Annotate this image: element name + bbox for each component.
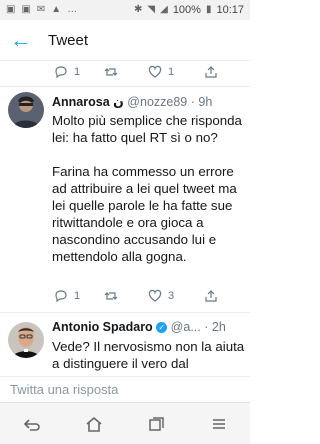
tweet-actions: 1 3	[0, 286, 250, 306]
heart-icon	[148, 65, 162, 78]
signal-icon: ◢	[160, 4, 168, 15]
notification-icon: ▣	[21, 4, 31, 15]
system-nav-bar	[0, 402, 250, 444]
like-button[interactable]: 1	[148, 65, 174, 79]
battery-percent: 100%	[172, 4, 201, 16]
reply-placeholder: Twitta una risposta	[10, 382, 119, 397]
nav-back-button[interactable]	[11, 409, 51, 439]
reply-count: 1	[74, 290, 81, 302]
page-title: Tweet	[48, 31, 89, 49]
reply-count: 1	[74, 66, 81, 78]
like-button[interactable]: 3	[148, 289, 174, 303]
tweet-time: 9h	[198, 95, 213, 109]
like-count: 1	[168, 66, 175, 78]
wifi-icon: ◥	[147, 4, 156, 15]
retweet-icon	[104, 68, 118, 76]
nav-extra-button[interactable]	[199, 409, 239, 439]
heart-icon	[148, 289, 162, 302]
divider	[0, 60, 250, 61]
avatar[interactable]	[8, 322, 44, 358]
reply-button[interactable]: 1	[54, 65, 80, 79]
tweet-paragraph: Molto più semplice che risponda lei: ha …	[52, 113, 242, 145]
verified-badge-icon: ✓	[156, 322, 168, 334]
author-name-suffix: ن	[113, 95, 124, 109]
nav-home-button[interactable]	[74, 409, 114, 439]
tweet[interactable]: Annarosa ن @nozze89 · 9h Molto più sempl…	[0, 86, 250, 308]
tweet-body: Vede? Il nervosismo non la aiuta a disti…	[52, 338, 248, 376]
tweet-actions: 1 1	[0, 62, 250, 82]
tweet-time: 2h	[211, 320, 226, 334]
status-bar: ▣ ▣ ✉ ▲ … ✱ ◥ ◢ 100% ▮ 10:17	[0, 0, 250, 20]
notification-icon: ✉	[36, 4, 46, 15]
reply-icon	[55, 66, 67, 79]
recents-icon	[149, 416, 164, 431]
notification-icon: ▲	[51, 4, 62, 15]
tweet[interactable]: Antonio Spadaro ✓ @a... · 2h Vede? Il ne…	[0, 312, 250, 376]
menu-icon	[212, 418, 225, 429]
more-notifications-icon: …	[67, 4, 78, 15]
share-icon	[205, 66, 217, 78]
battery-icon: ▮	[205, 4, 212, 15]
nav-back-icon	[24, 418, 40, 431]
share-button[interactable]	[204, 289, 218, 303]
clock: 10:17	[216, 4, 244, 16]
avatar-image	[8, 92, 44, 128]
separator-dot: ·	[190, 95, 195, 109]
nav-recents-button[interactable]	[136, 409, 176, 439]
tweet-body: Molto più semplice che risponda lei: ha …	[52, 112, 248, 282]
retweet-icon	[104, 292, 118, 300]
reply-input[interactable]: Twitta una risposta	[0, 376, 250, 402]
tweet-paragraph: Farina ha commesso un errore ad attribui…	[52, 164, 237, 264]
arrow-left-icon[interactable]: ←	[10, 29, 38, 51]
app-bar: ← Tweet	[0, 20, 250, 60]
notification-icon: ▣	[6, 4, 16, 15]
author-handle[interactable]: @a...	[171, 320, 201, 334]
author-handle[interactable]: @nozze89	[127, 95, 187, 109]
bluetooth-icon: ✱	[134, 4, 143, 15]
retweet-button[interactable]	[104, 289, 118, 303]
like-count: 3	[168, 290, 175, 302]
retweet-button[interactable]	[104, 65, 118, 79]
reply-button[interactable]: 1	[54, 289, 80, 303]
tweet-paragraph: Vede? Il nervosismo non la aiuta a disti…	[52, 339, 245, 371]
author-name[interactable]: Annarosa	[52, 95, 110, 109]
tweet-header: Antonio Spadaro ✓ @a... · 2h	[52, 320, 246, 334]
home-icon	[86, 416, 102, 432]
share-icon	[205, 290, 217, 302]
tweet-header: Annarosa ن @nozze89 · 9h	[52, 94, 246, 109]
separator-dot: ·	[204, 320, 209, 334]
avatar[interactable]	[8, 92, 44, 128]
share-button[interactable]	[204, 65, 218, 79]
author-name[interactable]: Antonio Spadaro	[52, 320, 153, 334]
reply-icon	[55, 290, 67, 303]
avatar-image	[8, 322, 44, 358]
